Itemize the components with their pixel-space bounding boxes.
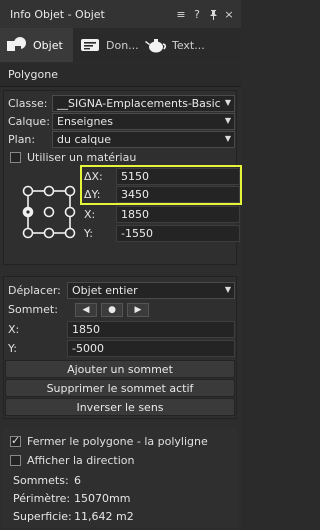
dropdown-arrow-icon: ▼ (224, 134, 231, 143)
vertex-x-label: X: (8, 323, 20, 336)
classe-row: Classe: (8, 95, 47, 112)
calque-row: Calque: (8, 113, 50, 130)
reference-point-grid[interactable] (20, 184, 78, 240)
sommets-value: 6 (74, 474, 81, 487)
material-checkbox[interactable] (10, 152, 21, 163)
vertex-y-row: Y: (8, 340, 17, 357)
vertex-y-label: Y: (8, 342, 17, 355)
deplacer-value: Objet entier (72, 284, 138, 297)
dx-field[interactable]: 5150 (116, 167, 240, 185)
dropdown-arrow-icon: ▼ (224, 116, 231, 125)
show-direction-row[interactable]: Afficher la direction (10, 452, 134, 469)
vertex-x-row: X: (8, 321, 19, 338)
perimetre-value: 15070mm (74, 492, 131, 505)
perimetre-stat: Périmètre: 15070mm (13, 490, 130, 507)
dx-label: ΔX: (84, 169, 103, 183)
close-polygon-checkbox[interactable] (10, 434, 21, 447)
plan-value: du calque (57, 133, 112, 146)
show-direction-label: Afficher la direction (27, 454, 135, 467)
vertex-x-field[interactable]: 1850 (67, 321, 235, 338)
vertex-x-value: 1850 (72, 323, 100, 336)
y-row: Y: -1550 (82, 224, 240, 242)
arrow-right-icon: ▶ (134, 305, 142, 315)
sommet-label: Sommet: (8, 303, 58, 316)
object-shapes-icon (6, 35, 28, 55)
material-label: Utiliser un matériau (27, 151, 137, 164)
help-icon[interactable]: ? (189, 7, 205, 21)
add-vertex-button[interactable]: Ajouter un sommet (5, 360, 235, 378)
previous-vertex-button[interactable]: ◀ (75, 303, 97, 317)
sommet-row: Sommet: (8, 301, 58, 318)
dropdown-arrow-icon: ▼ (224, 285, 231, 294)
palette-titlebar[interactable]: Info Objet - Objet ≡ ? × (0, 0, 241, 28)
object-info-palette: Info Objet - Objet ≡ ? × Objet Don... Te… (0, 0, 242, 530)
x-field[interactable]: 1850 (116, 205, 240, 223)
close-polygon-row[interactable]: Fermer le polygone - la polyligne (10, 433, 208, 450)
perimetre-label: Périmètre: (13, 492, 71, 505)
plan-row: Plan: (8, 131, 35, 148)
classe-dropdown[interactable]: __SIGNA-Emplacements-Basic ▼ (52, 95, 235, 112)
deplacer-row: Déplacer: (8, 282, 61, 299)
palette-title: Info Objet - Objet (10, 7, 105, 21)
dropdown-arrow-icon: ▼ (224, 98, 231, 107)
arrow-left-icon: ◀ (82, 305, 90, 315)
classe-value: __SIGNA-Emplacements-Basic (57, 97, 221, 110)
tab-donnees[interactable]: Don... (73, 28, 139, 62)
tab-bar: Objet Don... Text... (0, 28, 241, 62)
tab-textures[interactable]: Text... (139, 28, 219, 62)
pin-icon[interactable] (205, 7, 221, 21)
calque-label: Calque: (8, 115, 50, 128)
vertex-y-value: -5000 (72, 342, 104, 355)
dx-row: ΔX: 5150 (82, 167, 240, 185)
dot-icon: ● (108, 305, 116, 315)
tab-textures-label: Text... (172, 38, 205, 52)
y-label: Y: (84, 226, 93, 240)
teapot-icon (145, 35, 167, 55)
sommets-label: Sommets: (13, 474, 69, 487)
tab-objet[interactable]: Objet (0, 28, 73, 62)
deplacer-label: Déplacer: (8, 284, 61, 297)
superficie-value: 11,642 m2 (74, 510, 134, 523)
vertex-y-field[interactable]: -5000 (67, 340, 235, 357)
delete-vertex-button[interactable]: Supprimer le sommet actif (5, 379, 235, 397)
dy-field[interactable]: 3450 (116, 185, 240, 203)
close-polygon-label: Fermer le polygone - la polyligne (27, 435, 208, 448)
material-row[interactable]: Utiliser un matériau (10, 149, 136, 166)
sommets-stat: Sommets: 6 (13, 472, 81, 489)
next-vertex-button[interactable]: ▶ (127, 303, 149, 317)
calque-value: Enseignes (57, 115, 113, 128)
show-direction-checkbox[interactable] (10, 455, 21, 466)
tab-donnees-label: Don... (106, 38, 139, 52)
x-label: X: (84, 207, 96, 221)
calque-dropdown[interactable]: Enseignes ▼ (52, 113, 235, 130)
dy-row: ΔY: 3450 (82, 185, 240, 203)
properties-panel: Classe: __SIGNA-Emplacements-Basic ▼ Cal… (3, 90, 242, 265)
data-card-icon (79, 35, 101, 55)
y-field[interactable]: -1550 (116, 224, 240, 242)
vertex-editing-panel: Déplacer: Objet entier ▼ Sommet: ◀ ● ▶ X… (3, 276, 237, 419)
plan-label: Plan: (8, 133, 36, 146)
reverse-direction-button[interactable]: Inverser le sens (5, 398, 235, 416)
tab-objet-label: Objet (33, 38, 63, 52)
x-row: X: 1850 (82, 205, 240, 223)
object-type-label: Polygone (0, 63, 241, 87)
current-vertex-button[interactable]: ● (101, 303, 123, 317)
close-icon[interactable]: × (221, 7, 237, 21)
menu-icon[interactable]: ≡ (173, 7, 189, 21)
dy-label: ΔY: (84, 187, 101, 201)
plan-dropdown[interactable]: du calque ▼ (52, 131, 235, 148)
deplacer-dropdown[interactable]: Objet entier ▼ (67, 282, 235, 299)
options-panel: Fermer le polygone - la polyligne Affich… (3, 428, 237, 528)
superficie-stat: Superficie: 11,642 m2 (13, 508, 134, 525)
classe-label: Classe: (8, 97, 48, 110)
superficie-label: Superficie: (13, 510, 72, 523)
